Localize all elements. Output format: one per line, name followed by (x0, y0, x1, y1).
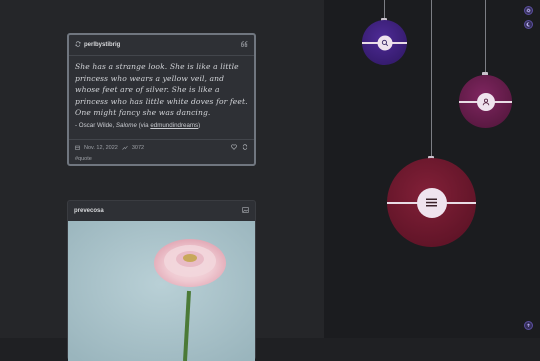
orb-string (485, 0, 486, 76)
moon-icon[interactable] (524, 20, 533, 29)
flower-image (68, 221, 255, 361)
quote-source-title: Salome (115, 121, 137, 129)
quote-text: She has a strange look. She is like a li… (75, 62, 248, 117)
post-username[interactable]: prevecosa (74, 208, 242, 214)
photo-post[interactable]: prevecosa (67, 200, 256, 361)
search-orb-button[interactable] (362, 20, 407, 65)
notes-icon (122, 145, 128, 152)
quote-source-author: - Oscar Wilde, (75, 121, 116, 129)
arrow-up-icon[interactable] (524, 321, 533, 330)
reblog-icon (75, 41, 81, 49)
calendar-icon (75, 145, 80, 152)
search-icon (377, 35, 392, 50)
decorative-navigation-pane (324, 0, 540, 338)
gear-icon[interactable] (524, 6, 533, 15)
post-notes-count[interactable]: 3072 (132, 145, 144, 151)
post-footer: Nov. 12, 2022 3072 #quote (69, 139, 254, 162)
user-orb-button[interactable] (459, 75, 512, 128)
quote-icon (241, 41, 248, 49)
dashboard-feed: perlbystibrig She has a strange look. Sh… (0, 0, 324, 361)
post-username[interactable]: perlbystibrig (84, 42, 241, 48)
post-photo[interactable] (68, 221, 255, 361)
quote-post[interactable]: perlbystibrig She has a strange look. Sh… (67, 33, 256, 166)
menu-icon (416, 187, 447, 218)
user-icon (476, 92, 495, 111)
post-header: perlbystibrig (69, 35, 254, 56)
photo-icon (242, 207, 249, 215)
post-date[interactable]: Nov. 12, 2022 (84, 145, 118, 151)
quote-source-link[interactable]: edmundindreams (150, 122, 198, 129)
orb-string (431, 0, 432, 160)
post-tag[interactable]: #quote (75, 156, 248, 162)
quote-source-close: ) (198, 121, 201, 129)
menu-orb-button[interactable] (387, 158, 476, 247)
quote-source-via: (via (136, 121, 151, 129)
heart-icon[interactable] (231, 144, 237, 152)
post-header: prevecosa (68, 201, 255, 222)
quote-source: - Oscar Wilde, Salome (via edmundindream… (69, 119, 254, 129)
reblog-action-icon[interactable] (242, 144, 248, 152)
